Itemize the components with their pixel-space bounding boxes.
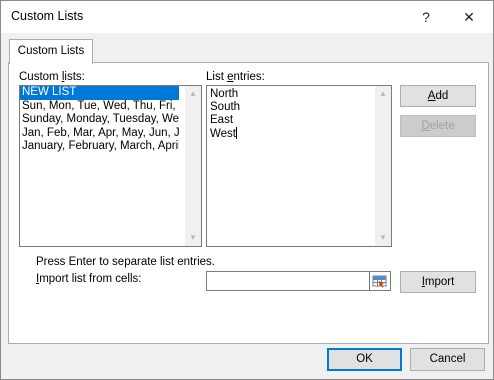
scroll-up-icon[interactable]: ▲ [185, 86, 201, 102]
list-item[interactable]: NEW LIST [20, 86, 179, 100]
entry-line: West [210, 128, 236, 140]
custom-lists-label-suffix: ists: [64, 71, 85, 83]
hint-text: Press Enter to separate list entries. [36, 256, 215, 268]
scroll-down-icon[interactable]: ▼ [375, 230, 391, 246]
range-selector-button[interactable] [369, 271, 391, 291]
list-item[interactable]: Sunday, Monday, Tuesday, Wednesday, Thur… [20, 113, 179, 127]
tab-custom-lists[interactable]: Custom Lists [9, 39, 93, 64]
custom-lists-dialog: Custom Lists ? ✕ Custom Lists Custom lis… [0, 0, 494, 380]
list-entries-label-suffix: ntries: [233, 71, 265, 83]
import-rest: mport [424, 276, 455, 288]
cancel-button[interactable]: Cancel [410, 348, 485, 371]
help-button[interactable]: ? [406, 1, 446, 33]
list-entries-scrollbar[interactable]: ▲ ▼ [375, 86, 391, 246]
custom-lists-scrollbar[interactable]: ▲ ▼ [185, 86, 201, 246]
tab-panel: Custom lists: NEW LIST Sun, Mon, Tue, We… [8, 62, 489, 344]
entry-line: South [210, 101, 241, 113]
delete-button[interactable]: Delete [400, 115, 476, 137]
list-entries-textarea[interactable]: North South East West ▲ ▼ [206, 85, 392, 247]
window-title: Custom Lists [11, 9, 84, 23]
delete-accel: D [421, 120, 430, 132]
scroll-up-icon[interactable]: ▲ [375, 86, 391, 102]
close-button[interactable]: ✕ [449, 1, 489, 33]
title-bar: Custom Lists ? ✕ [1, 1, 493, 33]
list-item[interactable]: Sun, Mon, Tue, Wed, Thu, Fri, Sat [20, 100, 179, 114]
import-cells-label-suffix: mport list from cells: [39, 273, 142, 285]
scroll-down-icon[interactable]: ▼ [185, 230, 201, 246]
custom-lists-label: Custom lists: [19, 71, 85, 83]
list-item[interactable]: Jan, Feb, Mar, Apr, May, Jun, Jul, Aug, … [20, 127, 179, 141]
add-button[interactable]: Add [400, 85, 476, 107]
range-select-icon [372, 275, 387, 288]
ok-button[interactable]: OK [327, 348, 402, 371]
import-button[interactable]: Import [400, 271, 476, 293]
list-item[interactable]: January, February, March, April, May, Ju… [20, 140, 179, 154]
custom-lists-listbox[interactable]: NEW LIST Sun, Mon, Tue, Wed, Thu, Fri, S… [19, 85, 202, 247]
import-range-input[interactable] [206, 271, 370, 291]
list-entries-label: List entries: [206, 71, 265, 83]
entry-line: East [210, 114, 234, 126]
import-cells-label: Import list from cells: [36, 273, 141, 285]
entry-line: North [210, 88, 239, 100]
custom-lists-label-prefix: Custom [19, 71, 62, 83]
add-rest: dd [435, 90, 449, 102]
delete-rest: elete [429, 120, 455, 132]
list-entries-label-prefix: List [206, 71, 228, 83]
text-cursor [236, 127, 237, 139]
